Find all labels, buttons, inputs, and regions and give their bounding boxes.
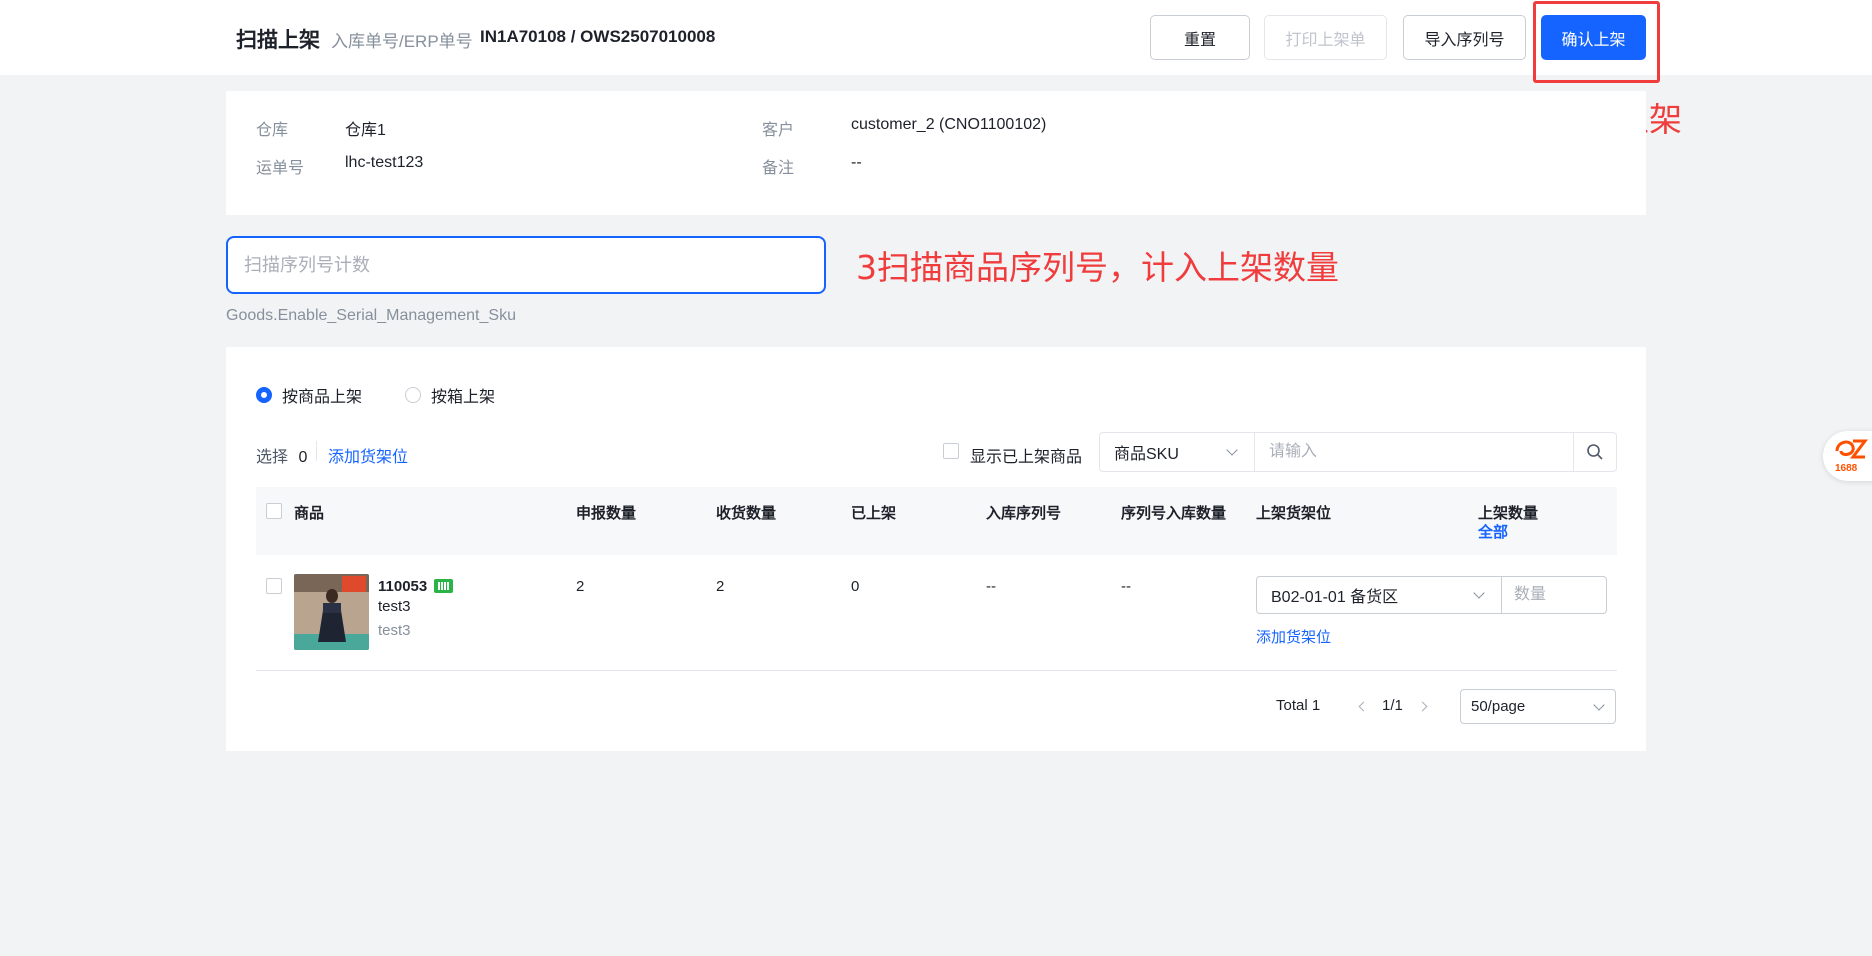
order-number-label: 入库单号/ERP单号 — [331, 32, 473, 51]
annotation-step3: 3扫描商品序列号，计入上架数量 — [856, 248, 1339, 287]
product-sku: 110053 — [378, 578, 428, 595]
row-divider — [256, 670, 1617, 671]
reset-button[interactable]: 重置 — [1150, 15, 1250, 60]
customer-value: customer_2 (CNO1100102) — [851, 116, 1047, 133]
col-serial-inbound-qty: 序列号入库数量 — [1121, 505, 1227, 522]
shelf-qty-all-link[interactable]: 全部 — [1478, 521, 1508, 542]
selected-label: 选择 — [256, 449, 289, 466]
warehouse-value: 仓库1 — [345, 122, 386, 139]
warehouse-label: 仓库 — [256, 122, 289, 139]
floating-1688-widget[interactable]: 1688 — [1823, 431, 1872, 481]
shelf-location-value: B02-01-01 备货区 — [1271, 589, 1399, 606]
shelf-qty-input[interactable] — [1501, 576, 1607, 614]
mode-by-box-radio[interactable]: 按箱上架 — [405, 383, 495, 407]
import-serial-button[interactable]: 导入序列号 — [1403, 15, 1526, 60]
chevron-down-icon — [1473, 587, 1485, 599]
col-shelved: 已上架 — [851, 505, 897, 522]
page-size-value: 50/page — [1471, 698, 1526, 715]
search-icon — [1587, 444, 1603, 460]
page-size-select[interactable]: 50/page — [1460, 689, 1616, 724]
scan-hint-text: Goods.Enable_Serial_Management_Sku — [226, 307, 516, 324]
1688-logo-icon — [1835, 439, 1868, 459]
show-shelved-checkbox[interactable] — [943, 443, 959, 459]
product-name: test3 — [378, 598, 411, 615]
selected-count: 选择 0 — [256, 443, 307, 467]
waybill-label: 运单号 — [256, 160, 305, 177]
radio-checked-icon — [256, 387, 272, 403]
inbound-serial-value: -- — [986, 578, 996, 595]
filter-search-input[interactable] — [1254, 432, 1574, 472]
col-shelf-qty: 上架数量 — [1478, 505, 1539, 522]
add-location-link[interactable]: 添加货架位 — [328, 443, 408, 467]
mode-by-box-label: 按箱上架 — [431, 389, 496, 406]
col-received-qty: 收货数量 — [716, 505, 777, 522]
pagination-current: 1/1 — [1382, 697, 1403, 714]
col-shelf-location: 上架货架位 — [1256, 505, 1332, 522]
chevron-down-icon — [1226, 444, 1238, 456]
serial-barcode-icon — [434, 579, 453, 593]
filter-field-value: 商品SKU — [1114, 446, 1179, 463]
pagination-total: Total 1 — [1276, 697, 1321, 714]
selected-count-value: 0 — [298, 449, 308, 466]
mode-by-goods-label: 按商品上架 — [282, 389, 363, 406]
row-checkbox[interactable] — [266, 578, 282, 594]
filter-field-select[interactable]: 商品SKU — [1099, 432, 1255, 472]
shelved-value: 0 — [851, 578, 860, 595]
received-qty-value: 2 — [716, 578, 725, 595]
inbound-info-card: 仓库 仓库1 运单号 lhc-test123 客户 customer_2 (CN… — [226, 91, 1646, 215]
confirm-highlight-box — [1533, 1, 1660, 83]
remark-label: 备注 — [762, 160, 795, 177]
waybill-value: lhc-test123 — [345, 154, 424, 171]
col-goods: 商品 — [294, 505, 325, 522]
chevron-down-icon — [1593, 699, 1605, 711]
print-shelving-list-button[interactable]: 打印上架单 — [1264, 15, 1387, 60]
radio-unchecked-icon — [405, 387, 421, 403]
page-title: 扫描上架 — [236, 29, 320, 52]
row-add-location-link[interactable]: 添加货架位 — [1256, 626, 1331, 647]
customer-label: 客户 — [762, 122, 795, 139]
product-image — [294, 574, 369, 650]
serial-scan-input[interactable] — [226, 236, 826, 294]
float-widget-label: 1688 — [1835, 463, 1858, 474]
product-subname: test3 — [378, 622, 411, 639]
toolbar-divider — [316, 441, 317, 461]
serial-inbound-qty-value: -- — [1121, 578, 1131, 595]
shelf-location-select[interactable]: B02-01-01 备货区 — [1256, 576, 1502, 614]
select-all-checkbox[interactable] — [266, 503, 282, 519]
order-number-value: IN1A70108 / OWS2507010008 — [480, 27, 716, 46]
declared-qty-value: 2 — [576, 578, 585, 595]
col-declared-qty: 申报数量 — [576, 505, 637, 522]
mode-by-goods-radio[interactable]: 按商品上架 — [256, 383, 362, 407]
product-thumbnail — [294, 574, 369, 650]
table-header — [256, 487, 1617, 555]
search-button[interactable] — [1573, 432, 1617, 472]
remark-value: -- — [851, 154, 862, 171]
col-inbound-serial: 入库序列号 — [986, 505, 1062, 522]
show-shelved-label: 显示已上架商品 — [970, 449, 1083, 466]
